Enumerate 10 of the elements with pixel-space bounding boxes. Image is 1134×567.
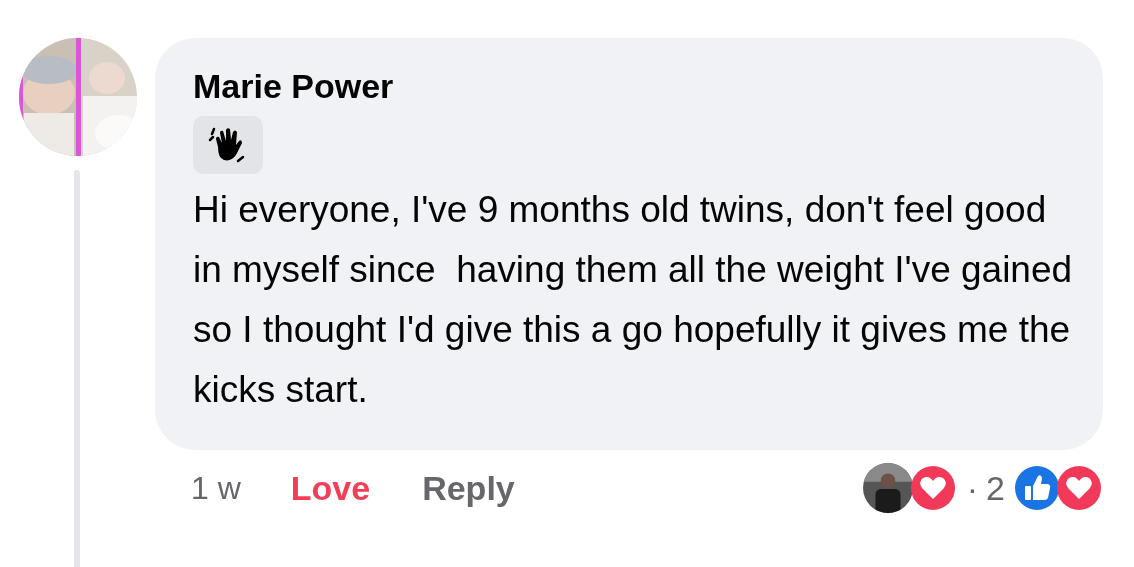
comment-text: Hi everyone, I've 9 months old twins, don't feel good in myself since having them all the weight I've gained so I thought I'd give this a go hopefully it gives me the kicks start. xyxy=(193,188,1073,412)
timestamp[interactable]: 1 w xyxy=(191,469,241,507)
action-link[interactable]: Reply xyxy=(422,468,515,508)
reply-count[interactable]: 2 xyxy=(986,468,1005,508)
heart-reaction-icon xyxy=(908,464,957,512)
thumbs-up-icon xyxy=(1013,464,1061,512)
separator-dot: · xyxy=(966,468,979,508)
action-link[interactable]: Love xyxy=(290,468,371,508)
heart-reaction-icon xyxy=(1055,464,1103,512)
author-name[interactable]: Marie Power xyxy=(193,66,394,106)
